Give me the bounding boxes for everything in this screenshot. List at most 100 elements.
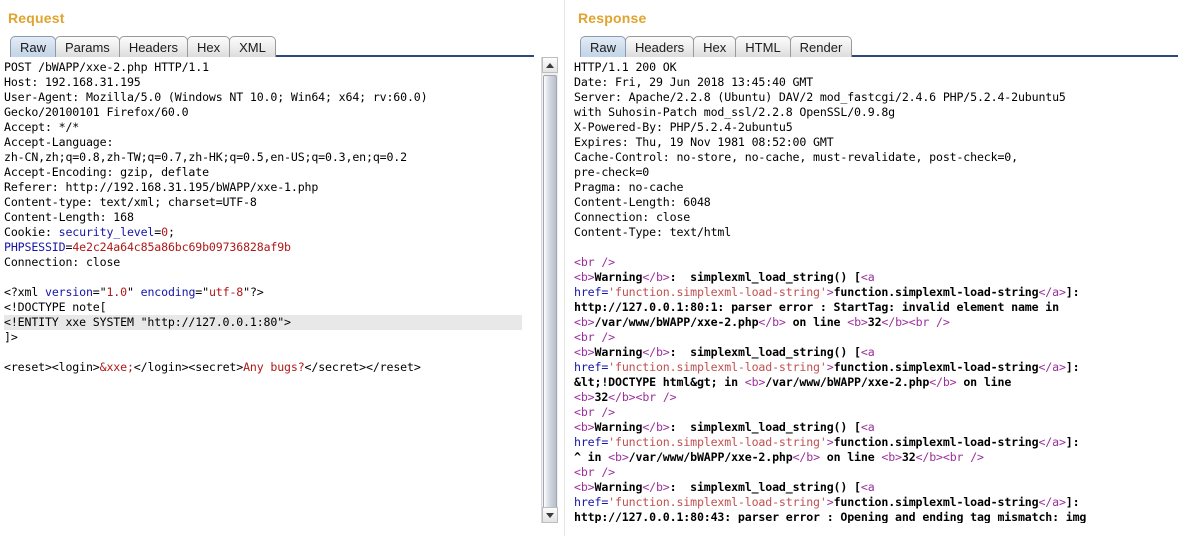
tab-response-raw-label: Raw — [590, 40, 617, 55]
res-b-open-3c: <b> — [881, 450, 902, 464]
res-err1-line1: http://127.0.0.1:80:1: parser error : St… — [574, 300, 1059, 314]
triangle-up-icon — [546, 62, 554, 68]
req-line-referer: Referer: http://192.168.31.195/bWAPP/xxe… — [4, 180, 319, 194]
res-href-val-2: 'function.simplexml-load-string' — [608, 360, 827, 374]
res-a-close-1: </a> — [1038, 285, 1066, 299]
req-line-accept-encoding: Accept-Encoding: gzip, deflate — [4, 165, 209, 179]
res-b-open-1: <b> — [574, 270, 595, 284]
response-text-area[interactable]: HTTP/1.1 200 OK Date: Fri, 29 Jun 2018 1… — [570, 57, 1202, 523]
request-scrollbar-thumb[interactable] — [543, 75, 557, 517]
req-line-accept-language-label: Accept-Language: — [4, 135, 114, 149]
res-func-3: : simplexml_load_string() [ — [669, 420, 861, 434]
res-line-date: Date: Fri, 29 Jun 2018 13:45:40 GMT — [574, 75, 814, 89]
res-line-content-length: Content-Length: 6048 — [574, 195, 711, 209]
res-link-text-1: function.simplexml-load-string — [833, 285, 1039, 299]
res-b-open-1b: <b> — [574, 315, 595, 329]
tab-request-params[interactable]: Params — [55, 36, 120, 57]
res-func-1: : simplexml_load_string() [ — [669, 270, 861, 284]
res-b-close-2b: </b> — [929, 375, 957, 389]
req-body-open: <reset><login> — [4, 360, 100, 374]
res-line-server-2: with Suhosin-Patch mod_ssl/2.2.8 OpenSSL… — [574, 105, 896, 119]
req-body-mid: </login><secret> — [133, 360, 244, 374]
response-panel-title: Response — [578, 10, 647, 26]
tab-response-html-label: HTML — [745, 40, 781, 55]
response-raw-text: HTTP/1.1 200 OK Date: Fri, 29 Jun 2018 1… — [574, 60, 1202, 523]
res-func-4: : simplexml_load_string() [ — [669, 480, 861, 494]
res-b-close-1b: </b> — [758, 315, 786, 329]
res-a-open-1: <a — [860, 270, 875, 284]
res-warning-2: Warning — [594, 345, 643, 359]
res-warning-3: Warning — [594, 420, 643, 434]
res-br-3: <br /> — [574, 405, 615, 419]
res-b-open-3b: <b> — [608, 450, 629, 464]
res-err2-online: on line — [956, 375, 1012, 389]
req-xml-decl-open: <?xml — [4, 285, 45, 299]
tab-response-hex[interactable]: Hex — [693, 36, 737, 57]
res-err4-line1: http://127.0.0.1:80:43: parser error : O… — [574, 510, 1087, 523]
request-scroll-down-icon[interactable] — [542, 507, 558, 523]
res-b-close-2: </b> — [642, 345, 670, 359]
tab-request-headers[interactable]: Headers — [118, 36, 188, 57]
res-b-close-3c: </b> — [915, 450, 943, 464]
res-b-open-4: <b> — [574, 480, 595, 494]
tab-request-raw-label: Raw — [20, 40, 47, 55]
tab-request-raw[interactable]: Raw — [10, 36, 57, 57]
req-phpsessid-value: 4e2c24a64c85a86bc69b09736828af9b — [72, 240, 291, 254]
res-b-close-3: </b> — [642, 420, 670, 434]
req-cookie-label: Cookie: — [4, 225, 59, 239]
request-text-area[interactable]: POST /bWAPP/xxe-2.php HTTP/1.1 Host: 192… — [0, 57, 540, 523]
req-body-close: </secret></reset> — [304, 360, 421, 374]
req-cookie-value: 0 — [161, 225, 168, 239]
tab-response-headers-label: Headers — [635, 40, 685, 55]
req-line-content-length: Content-Length: 168 — [4, 210, 134, 224]
res-line-cache-control-2: pre-check=0 — [574, 165, 650, 179]
tab-request-headers-label: Headers — [128, 40, 178, 55]
response-viewer[interactable]: HTTP/1.1 200 OK Date: Fri, 29 Jun 2018 1… — [570, 57, 1202, 523]
res-gt-2: > — [826, 360, 834, 374]
res-b-open-1c: <b> — [847, 315, 868, 329]
res-b-close-1c: </b> — [881, 315, 909, 329]
req-doctype-line: <!DOCTYPE note[ — [4, 300, 107, 314]
request-tabbar: Raw Params Headers Hex XML — [10, 34, 558, 57]
res-a-close-2: </a> — [1038, 360, 1066, 374]
tab-response-html[interactable]: HTML — [735, 36, 791, 57]
res-err1-online: on line — [785, 315, 848, 329]
res-a-open-2: <a — [860, 345, 875, 359]
tab-response-raw[interactable]: Raw — [580, 36, 627, 57]
request-scroll-up-icon[interactable] — [542, 57, 558, 73]
res-err2-lineno: 32 — [594, 390, 609, 404]
tab-response-headers[interactable]: Headers — [625, 36, 695, 57]
res-b-open-2c: <b> — [574, 390, 595, 404]
panel-divider-line — [564, 0, 565, 536]
res-bracket-colon-1: ]: — [1065, 285, 1087, 299]
res-b-close-3b: </b> — [792, 450, 820, 464]
res-link-text-4: function.simplexml-load-string — [833, 495, 1039, 509]
triangle-down-icon — [546, 512, 554, 518]
req-xml-attr-version: version — [44, 285, 93, 299]
req-cookie-name: security_level — [58, 225, 155, 239]
tab-request-hex[interactable]: Hex — [186, 36, 231, 57]
res-status-line: HTTP/1.1 200 OK — [574, 60, 677, 74]
tab-request-params-label: Params — [65, 40, 110, 55]
res-line-expires: Expires: Thu, 19 Nov 1981 08:52:00 GMT — [574, 135, 834, 149]
res-href-attr-1: href= — [574, 285, 609, 299]
req-phpsessid-name: PHPSESSID — [4, 240, 66, 254]
res-href-attr-4: href= — [574, 495, 609, 509]
res-a-close-4: </a> — [1038, 495, 1066, 509]
request-scrollbar[interactable] — [541, 57, 558, 523]
res-href-val-4: 'function.simplexml-load-string' — [608, 495, 827, 509]
res-a-open-3: <a — [860, 420, 875, 434]
req-xml-val-version: 1.0 — [106, 285, 127, 299]
request-viewer[interactable]: POST /bWAPP/xxe-2.php HTTP/1.1 Host: 192… — [0, 57, 558, 523]
tab-response-render-label: Render — [799, 40, 843, 55]
res-link-text-3: function.simplexml-load-string — [833, 435, 1039, 449]
req-xml-val-encoding: utf-8 — [208, 285, 244, 299]
tab-response-render[interactable]: Render — [789, 36, 853, 57]
res-line-x-powered-by: X-Powered-By: PHP/5.2.4-2ubuntu5 — [574, 120, 793, 134]
res-warning-1: Warning — [594, 270, 643, 284]
res-gt-3: > — [826, 435, 834, 449]
req-line-useragent-1: User-Agent: Mozilla/5.0 (Windows NT 10.0… — [4, 90, 428, 104]
res-br-1: <br /> — [574, 255, 615, 269]
tab-request-xml[interactable]: XML — [229, 36, 276, 57]
res-warning-4: Warning — [594, 480, 643, 494]
